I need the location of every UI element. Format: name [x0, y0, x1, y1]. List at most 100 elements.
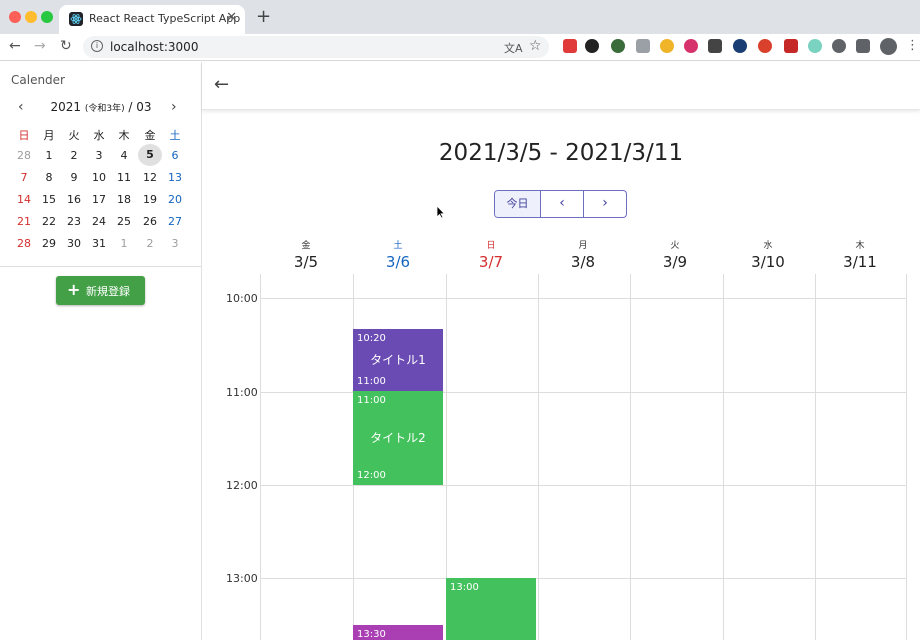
mini-calendar-day[interactable]: 28: [12, 149, 36, 162]
mini-calendar-day[interactable]: 2: [138, 237, 162, 250]
mini-calendar-day[interactable]: 17: [87, 193, 111, 206]
mini-calendar-day[interactable]: 14: [12, 193, 36, 206]
mini-calendar-day[interactable]: 24: [87, 215, 111, 228]
mini-calendar-day[interactable]: 6: [163, 149, 187, 162]
mini-calendar-next-icon[interactable]: ›: [171, 99, 177, 115]
event-start-time: 13:00: [450, 581, 479, 593]
mini-calendar-day[interactable]: 23: [62, 215, 86, 228]
mini-calendar-day[interactable]: 25: [112, 215, 136, 228]
calendar-event[interactable]: 13:30: [353, 624, 443, 640]
reload-icon[interactable]: ↻: [60, 38, 72, 54]
extension-icon[interactable]: [708, 39, 722, 53]
mini-calendar-day[interactable]: 3: [163, 237, 187, 250]
mini-calendar-day[interactable]: 20: [163, 193, 187, 206]
mini-calendar-day[interactable]: 3: [87, 149, 111, 162]
maximize-window-button[interactable]: [41, 11, 53, 23]
url-text[interactable]: localhost:3000: [110, 40, 198, 54]
new-tab-button[interactable]: +: [256, 6, 271, 27]
day-name: 水: [763, 241, 773, 251]
close-window-button[interactable]: [9, 11, 21, 23]
mini-calendar-day[interactable]: 26: [138, 215, 162, 228]
new-event-button[interactable]: + 新規登録: [56, 276, 145, 305]
extension-icon[interactable]: [808, 39, 822, 53]
mini-calendar-day[interactable]: 29: [37, 237, 61, 250]
mini-calendar-day[interactable]: 27: [163, 215, 187, 228]
back-icon[interactable]: ←: [9, 38, 21, 54]
hour-line: [261, 578, 907, 579]
mini-calendar-day[interactable]: 31: [87, 237, 111, 250]
extension-icon[interactable]: [856, 39, 870, 53]
calendar-event[interactable]: 13:00: [446, 577, 536, 640]
day-column-header: 水 3/10: [722, 238, 814, 271]
extension-icon[interactable]: [636, 39, 650, 53]
mini-calendar-day[interactable]: 30: [62, 237, 86, 250]
extension-icon[interactable]: [684, 39, 698, 53]
minimize-window-button[interactable]: [25, 11, 37, 23]
close-tab-icon[interactable]: ✕: [226, 10, 237, 25]
mini-calendar-month-number: / 03: [128, 100, 152, 114]
extension-icon[interactable]: [585, 39, 599, 53]
mini-calendar-weekday: 日: [18, 129, 30, 142]
mini-calendar-day[interactable]: 10: [87, 171, 111, 184]
mini-calendar-weekday: 金: [144, 129, 156, 142]
next-week-button[interactable]: ›: [584, 191, 626, 217]
event-start-time: 13:30: [357, 628, 386, 640]
back-arrow-icon[interactable]: ←: [214, 74, 229, 95]
day-date: 3/7: [478, 253, 504, 271]
hour-line: [261, 298, 907, 299]
time-label: 13:00: [226, 572, 258, 585]
mini-calendar-day[interactable]: 7: [12, 171, 36, 184]
bookmark-star-icon[interactable]: ☆: [529, 38, 542, 54]
day-column-header: 金 3/5: [260, 238, 352, 271]
menu-icon[interactable]: ⋮: [906, 38, 919, 53]
mini-calendar-day[interactable]: 12: [138, 171, 162, 184]
mini-calendar-day[interactable]: 1: [37, 149, 61, 162]
extension-icon[interactable]: [563, 39, 577, 53]
event-start-time: 11:00: [357, 395, 386, 407]
profile-avatar-icon[interactable]: [880, 38, 897, 55]
today-button[interactable]: 今日: [495, 191, 541, 217]
day-name: 土: [393, 241, 403, 251]
grid-column-line: [630, 274, 631, 640]
grid-column-line: [723, 274, 724, 640]
mini-calendar-day[interactable]: 21: [12, 215, 36, 228]
mini-calendar-day[interactable]: 22: [37, 215, 61, 228]
mini-calendar-day[interactable]: 11: [112, 171, 136, 184]
translate-icon[interactable]: 文A: [504, 40, 523, 56]
extension-icon[interactable]: [758, 39, 772, 53]
calendar-event[interactable]: 10:20 タイトル1 11:00: [353, 329, 443, 392]
day-column-header: 日 3/7: [445, 238, 537, 271]
mini-calendar-day[interactable]: 9: [62, 171, 86, 184]
mini-calendar-day[interactable]: 5: [138, 144, 162, 166]
extension-icon[interactable]: [832, 39, 846, 53]
new-event-label: 新規登録: [86, 285, 130, 298]
mini-calendar-day[interactable]: 16: [62, 193, 86, 206]
mini-calendar-day[interactable]: 28: [12, 237, 36, 250]
extension-icon[interactable]: [611, 39, 625, 53]
mini-calendar-day[interactable]: 1: [112, 237, 136, 250]
mini-calendar-day[interactable]: 8: [37, 171, 61, 184]
extension-icon[interactable]: [784, 39, 798, 53]
mini-calendar-day[interactable]: 13: [163, 171, 187, 184]
extension-icon[interactable]: [660, 39, 674, 53]
day-date: 3/8: [570, 253, 596, 271]
mini-calendar-day[interactable]: 19: [138, 193, 162, 206]
mini-calendar-day[interactable]: 18: [112, 193, 136, 206]
info-icon[interactable]: i: [91, 40, 103, 52]
time-label: 11:00: [226, 386, 258, 399]
day-name: 日: [486, 241, 496, 251]
sidebar-title: Calender: [11, 73, 65, 87]
address-bar[interactable]: i localhost:3000 文A ☆: [83, 36, 549, 58]
mini-calendar-day[interactable]: 4: [112, 149, 136, 162]
mini-calendar-weekday: 水: [93, 129, 105, 142]
grid-column-line: [538, 274, 539, 640]
mini-calendar-day[interactable]: 15: [37, 193, 61, 206]
extension-icon[interactable]: [733, 39, 747, 53]
calendar-event[interactable]: 11:00 タイトル2 12:00: [353, 391, 443, 485]
prev-week-button[interactable]: ‹: [541, 191, 584, 217]
day-date: 3/6: [385, 253, 411, 271]
forward-icon[interactable]: →: [34, 38, 46, 54]
browser-tab[interactable]: React React TypeScript App ✕: [59, 5, 245, 34]
mini-calendar-weekday: 火: [68, 129, 80, 142]
mini-calendar-day[interactable]: 2: [62, 149, 86, 162]
